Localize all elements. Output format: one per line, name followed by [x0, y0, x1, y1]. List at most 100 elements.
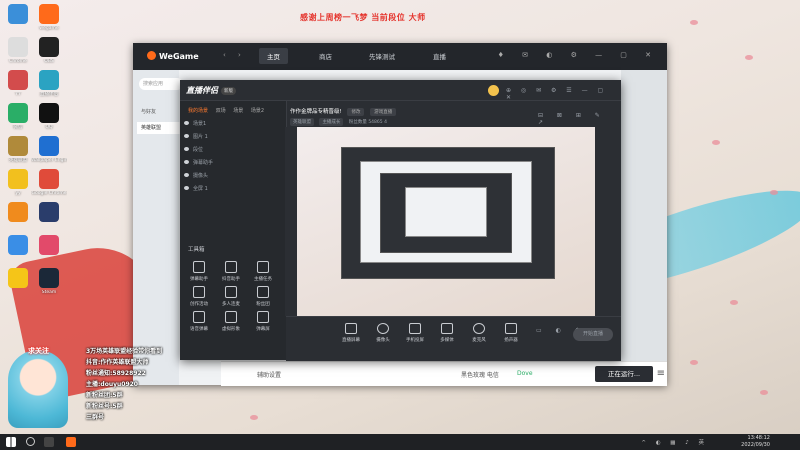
- tool-danmu-assistant[interactable]: 弹幕助手: [186, 261, 212, 282]
- wegame-tab-home[interactable]: 主页: [259, 48, 288, 64]
- visibility-icon[interactable]: [184, 134, 189, 138]
- shortcut-label: QQ: [45, 125, 53, 130]
- start-icon[interactable]: [6, 437, 16, 447]
- visibility-icon[interactable]: [184, 173, 189, 177]
- growth-chip[interactable]: 主播成长: [319, 118, 344, 126]
- overlay-line: 新粉丝号:5群: [86, 403, 123, 410]
- microphone-toggle[interactable]: 麦克风: [464, 323, 494, 343]
- app-pink-shortcut[interactable]: [31, 235, 67, 257]
- titlebar-tools[interactable]: ⊕ ◎ ✉ ⚙ ☰ — ▢ ✕: [506, 87, 621, 101]
- assist-settings-label[interactable]: 辅助设置: [257, 370, 281, 379]
- google-chrome-shortcut[interactable]: Google Chrome: [31, 169, 67, 197]
- obs-icon: [39, 37, 59, 57]
- scene-item[interactable]: 弹幕助手: [184, 158, 279, 168]
- add-screen-source[interactable]: 直播屏幕: [336, 323, 366, 343]
- recycle-bin-icon: [8, 4, 28, 24]
- wallpaper-engine-shortcut[interactable]: Wallpaper Engine: [31, 136, 67, 164]
- search-icon[interactable]: [26, 437, 35, 446]
- live-preview[interactable]: [285, 127, 595, 316]
- tab-scene2[interactable]: 场景2: [251, 108, 264, 114]
- wegame-shortcut[interactable]: wegame: [31, 4, 67, 32]
- wegame-search-input[interactable]: 搜索应用: [139, 78, 183, 90]
- visibility-icon[interactable]: [184, 121, 189, 125]
- clock[interactable]: 13:48:12 2022/09/30: [741, 435, 770, 449]
- overlay-line: 3万场英雄联盟经验带你看到: [86, 348, 163, 355]
- visibility-icon[interactable]: [184, 186, 189, 190]
- tab-my-scenes[interactable]: 我的场景: [188, 108, 208, 114]
- tool-douyin-assistant[interactable]: 抖音助手: [218, 261, 244, 282]
- app-navy-icon: [39, 202, 59, 222]
- running-button[interactable]: 正在运行...: [595, 366, 653, 382]
- visibility-icon[interactable]: [184, 147, 189, 151]
- server-mode: Dove: [517, 370, 533, 377]
- category-chip[interactable]: 游戏直播: [370, 108, 397, 116]
- add-phone-source[interactable]: 手机投屏: [400, 323, 430, 343]
- sidebar-item-friends[interactable]: 与好友: [141, 108, 156, 115]
- tool-multi-mic[interactable]: 多人连麦: [218, 286, 244, 307]
- wegame-tab-pioneer[interactable]: 先锋测试: [369, 51, 395, 61]
- system-tray[interactable]: ^ ◐ ▦ ♪ 英: [641, 438, 708, 446]
- speaker-toggle[interactable]: 扬声器: [496, 323, 526, 343]
- shortcut-label: 直播伴侣: [40, 92, 58, 97]
- stream-title: 作作金牌品专精晋级!: [290, 109, 342, 115]
- add-media-source[interactable]: 多媒体: [432, 323, 462, 343]
- taskbar-wegame-icon[interactable]: [66, 437, 76, 447]
- wegame-tab-live[interactable]: 直播: [433, 51, 446, 61]
- back-icon[interactable]: ‹: [223, 51, 226, 59]
- qq-shortcut[interactable]: QQ: [31, 103, 67, 131]
- live-companion-logo: 直播伴侣 新版: [186, 85, 236, 96]
- stream-overlay: 求关注 3万场英雄联盟经验带你看到 抖音:作作英雄联盟大师 粉丝通知:58928…: [8, 342, 208, 434]
- fans-label: 粉丝数量: [348, 120, 367, 125]
- tool-activities[interactable]: 创作活动: [186, 286, 212, 307]
- scene-item[interactable]: 场景1: [184, 119, 279, 129]
- tool-anchor-tasks[interactable]: 主播任务: [250, 261, 276, 282]
- scene-item[interactable]: 段位: [184, 145, 279, 155]
- preview-toolbar[interactable]: ⊟ ⊠ ⊞ ✎ ↗: [538, 112, 621, 126]
- menu-icon[interactable]: ≡: [657, 368, 665, 379]
- wegame-window-controls[interactable]: ♦ ✉ ◐ ⚙ — ▢ ✕: [498, 51, 659, 59]
- visibility-icon[interactable]: [184, 160, 189, 164]
- tab-scene[interactable]: 场景: [233, 108, 243, 114]
- anime-avatar: [8, 350, 68, 428]
- shortcut-label: wegame: [39, 26, 59, 31]
- app-orange-icon: [8, 202, 28, 222]
- wegame-main-panel: [621, 70, 667, 385]
- follow-label: 求关注: [28, 347, 49, 355]
- wegame-titlebar: WeGame ‹ › 主页 商店 先锋测试 直播 ♦ ✉ ◐ ⚙ — ▢ ✕: [133, 43, 667, 70]
- app-navy-shortcut[interactable]: [31, 202, 67, 224]
- server-status: 黑色玫瑰 电信: [461, 372, 499, 379]
- shortcut-label: OBS: [44, 59, 54, 64]
- live-companion-titlebar: 直播伴侣 新版 ⊕ ◎ ✉ ⚙ ☰ — ▢ ✕: [180, 80, 621, 101]
- obs-shortcut[interactable]: OBS: [31, 37, 67, 65]
- task-view-icon[interactable]: [44, 437, 54, 447]
- scene-item[interactable]: 全屏 1: [184, 184, 279, 194]
- yy-icon: [8, 70, 28, 90]
- tool-danmu-screen[interactable]: 弹幕屏: [250, 311, 276, 332]
- app-pink-icon: [39, 235, 59, 255]
- steam-shortcut[interactable]: Steam: [31, 268, 67, 296]
- google-chrome-icon: [39, 169, 59, 189]
- user-avatar[interactable]: [488, 85, 499, 96]
- add-camera-source[interactable]: 摄像头: [368, 323, 398, 343]
- qq-music-icon: [8, 268, 28, 288]
- chrome-icon: [8, 37, 28, 57]
- tool-avatar[interactable]: 虚拟形象: [218, 311, 244, 332]
- start-live-button[interactable]: 开始直播: [573, 328, 613, 341]
- tool-voice-danmu[interactable]: 语音弹幕: [186, 311, 212, 332]
- game-chip[interactable]: 英雄联盟: [290, 118, 314, 126]
- tab-dual[interactable]: 双场: [216, 108, 226, 114]
- scene-item[interactable]: 图片 1: [184, 132, 279, 142]
- stream-title-row: 作作金牌品专精晋级! 修改 游戏直播: [290, 107, 397, 116]
- taskbar: ^ ◐ ▦ ♪ 英 13:48:12 2022/09/30: [0, 434, 800, 450]
- wegame-tab-store[interactable]: 商店: [319, 51, 332, 61]
- overlay-line: 抖音:作作英雄联盟大师: [86, 359, 149, 366]
- wechat-icon: [8, 103, 28, 123]
- live-companion-shortcut[interactable]: 直播伴侣: [31, 70, 67, 98]
- fans-count: 54865: [368, 120, 383, 125]
- scene-item[interactable]: 摄像头: [184, 171, 279, 181]
- tool-fan-club[interactable]: 粉丝团: [250, 286, 276, 307]
- forward-icon[interactable]: ›: [238, 51, 241, 59]
- sidebar-item-lol[interactable]: 英雄联盟: [137, 122, 181, 134]
- yy-app-icon: [8, 169, 28, 189]
- edit-chip[interactable]: 修改: [347, 108, 365, 116]
